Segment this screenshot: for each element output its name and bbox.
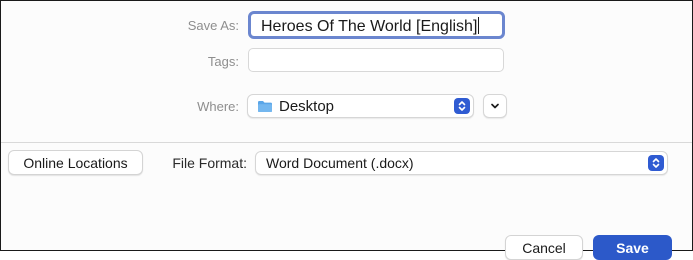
expand-browser-button[interactable]	[483, 94, 507, 118]
updown-chevron-icon	[648, 155, 664, 171]
save-label: Save	[616, 239, 649, 256]
where-value: Desktop	[279, 97, 335, 115]
save-as-label: Save As:	[187, 18, 239, 33]
file-format-value: Word Document (.docx)	[266, 155, 414, 171]
text-caret	[478, 17, 480, 34]
chevron-down-icon	[490, 97, 500, 115]
tags-label: Tags:	[207, 54, 239, 69]
section-divider	[1, 142, 692, 143]
online-locations-button[interactable]: Online Locations	[8, 150, 143, 175]
save-as-value: Heroes Of The World [English]	[261, 18, 478, 35]
online-locations-label: Online Locations	[23, 154, 128, 171]
where-popup[interactable]: Desktop	[247, 94, 474, 118]
tags-input[interactable]	[248, 48, 504, 72]
updown-chevron-icon	[454, 98, 470, 114]
folder-icon	[257, 100, 273, 113]
save-dialog: Save As: Heroes Of The World [English] T…	[0, 0, 693, 260]
file-format-popup[interactable]: Word Document (.docx)	[255, 151, 668, 175]
file-format-label: File Format:	[172, 155, 247, 171]
save-button[interactable]: Save	[593, 235, 672, 260]
cancel-button[interactable]: Cancel	[505, 235, 583, 260]
save-as-input[interactable]: Heroes Of The World [English]	[248, 11, 505, 39]
where-label: Where:	[197, 99, 239, 114]
cancel-label: Cancel	[522, 239, 566, 256]
